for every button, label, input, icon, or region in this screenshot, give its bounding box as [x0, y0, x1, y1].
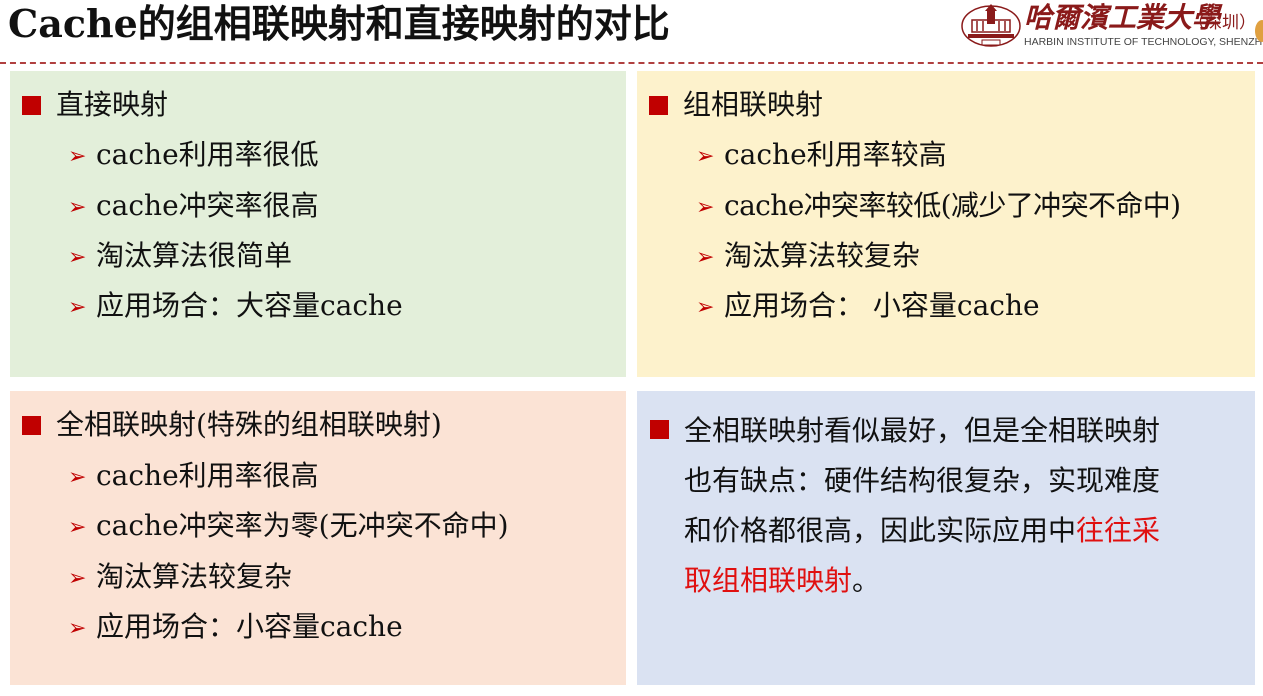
square-bullet-icon	[649, 96, 668, 115]
logo-name-en: HARBIN INSTITUTE OF TECHNOLOGY, SHENZHEN	[1024, 36, 1263, 48]
item-text: cache冲突率较低(减少了冲突不命中)	[724, 189, 1181, 222]
note-line: 全相联映射看似最好，但是全相联映射	[684, 414, 1161, 447]
list-item: ➢ 应用场合： 小容量cache	[696, 289, 1040, 325]
arrow-bullet-icon: ➢	[68, 195, 87, 220]
note-highlight: 往往采	[1076, 514, 1161, 547]
item-text: cache冲突率很高	[96, 189, 319, 222]
item-text: 应用场合：大容量cache	[96, 289, 403, 322]
list-item: ➢ cache利用率较高	[696, 138, 947, 174]
arrow-bullet-icon: ➢	[68, 515, 87, 540]
item-text: cache利用率很高	[96, 459, 319, 492]
square-bullet-icon	[22, 416, 41, 435]
logo-campus: （深圳）	[1188, 13, 1256, 33]
item-text: 淘汰算法较复杂	[724, 239, 921, 272]
arrow-bullet-icon: ➢	[68, 295, 87, 320]
arrow-bullet-icon: ➢	[68, 616, 87, 641]
item-text: 淘汰算法很简单	[96, 239, 293, 272]
note-line: 取组相联映射。	[684, 556, 1160, 606]
list-item: ➢ cache冲突率为零(无冲突不命中)	[68, 509, 509, 545]
header-divider	[0, 62, 1263, 64]
decorative-dot-icon	[1255, 20, 1263, 42]
item-text: 应用场合： 小容量cache	[724, 289, 1040, 322]
arrow-bullet-icon: ➢	[68, 566, 87, 591]
university-emblem-icon	[961, 4, 1021, 47]
heading-text: 直接映射	[56, 88, 169, 121]
note-line: 也有缺点：硬件结构很复杂，实现难度	[684, 464, 1161, 497]
arrow-bullet-icon: ➢	[696, 195, 715, 220]
item-text: cache利用率很低	[96, 138, 319, 171]
university-logo: 哈爾濱工業大學 （深圳） HARBIN INSTITUTE OF TECHNOL…	[958, 0, 1263, 52]
list-item: ➢ cache冲突率很高	[68, 189, 319, 225]
heading-text: 组相联映射	[683, 88, 824, 121]
arrow-bullet-icon: ➢	[68, 144, 87, 169]
arrow-bullet-icon: ➢	[696, 295, 715, 320]
item-text: cache利用率较高	[724, 138, 947, 171]
list-item: ➢ 淘汰算法较复杂	[696, 239, 920, 275]
list-item: ➢ cache利用率很高	[68, 459, 319, 495]
list-item: ➢ 淘汰算法较复杂	[68, 560, 292, 596]
square-bullet-icon	[650, 420, 669, 439]
panel-heading: 直接映射	[22, 88, 168, 122]
arrow-bullet-icon: ➢	[696, 144, 715, 169]
arrow-bullet-icon: ➢	[696, 245, 715, 270]
list-item: ➢ 淘汰算法很简单	[68, 239, 292, 275]
arrow-bullet-icon: ➢	[68, 245, 87, 270]
page-title: Cache的组相联映射和直接映射的对比	[8, 1, 670, 46]
item-text: cache冲突率为零(无冲突不命中)	[96, 509, 509, 542]
arrow-bullet-icon: ➢	[68, 465, 87, 490]
note-line: 和价格都很高，因此实际应用中往往采	[684, 506, 1160, 556]
panel-heading: 全相联映射(特殊的组相联映射)	[22, 408, 442, 442]
note-paragraph: 全相联映射看似最好，但是全相联映射 也有缺点：硬件结构很复杂，实现难度 和价格都…	[650, 406, 1161, 606]
list-item: ➢ cache利用率很低	[68, 138, 319, 174]
list-item: ➢ 应用场合：大容量cache	[68, 289, 403, 325]
item-text: 淘汰算法较复杂	[96, 560, 293, 593]
panel-heading: 组相联映射	[649, 88, 823, 122]
note-highlight: 取组相联映射	[684, 564, 853, 597]
list-item: ➢ cache冲突率较低(减少了冲突不命中)	[696, 189, 1181, 225]
note-text: 和价格都很高，因此实际应用中	[684, 514, 1077, 547]
square-bullet-icon	[22, 96, 41, 115]
heading-text: 全相联映射(特殊的组相联映射)	[56, 408, 442, 441]
item-text: 应用场合：小容量cache	[96, 610, 403, 643]
list-item: ➢ 应用场合：小容量cache	[68, 610, 403, 646]
note-text: 。	[852, 564, 881, 597]
